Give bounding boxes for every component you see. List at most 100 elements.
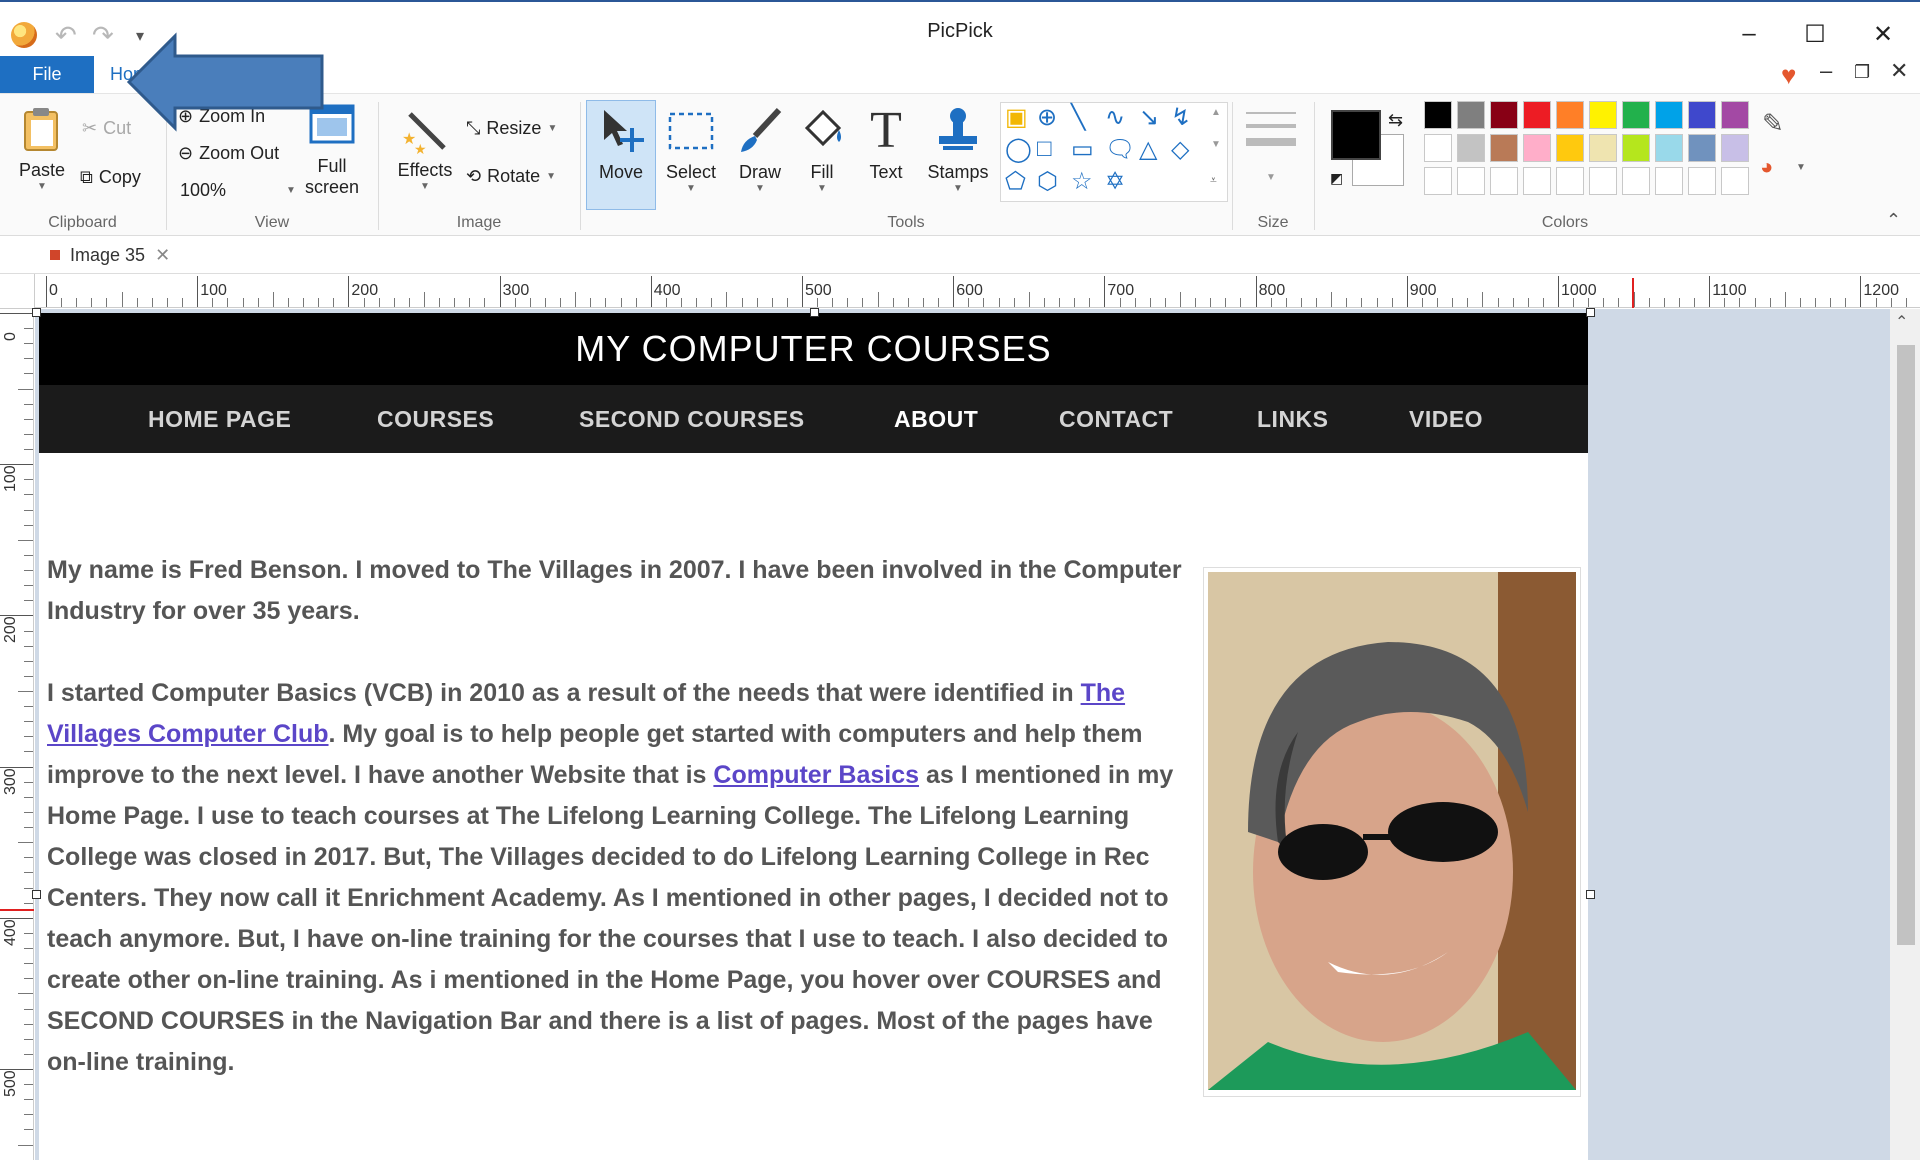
select-tool-button[interactable]: Select ▼ (660, 106, 722, 194)
triangle-shape-icon[interactable]: △ (1139, 135, 1157, 164)
paste-dropdown-icon[interactable]: ▼ (14, 181, 70, 192)
ribbon-restore-icon[interactable]: ❐ (1854, 62, 1870, 83)
resize-handle-top-center[interactable] (810, 308, 819, 317)
palette-swatch[interactable] (1688, 134, 1716, 162)
pentagon-shape-icon[interactable]: ⬠ (1005, 167, 1026, 196)
ellipse-shape-icon[interactable]: ◯ (1005, 135, 1032, 164)
hexagon-shape-icon[interactable]: ⬡ (1037, 167, 1058, 196)
elbow-arrow-shape-icon[interactable]: ↯ (1171, 103, 1191, 132)
color-wheel-icon[interactable]: ◕ (1760, 154, 1773, 180)
palette-swatch[interactable] (1589, 134, 1617, 162)
resize-handle-middle-right[interactable] (1586, 890, 1595, 899)
shapes-scroll-down-icon[interactable]: ▼ (1211, 139, 1221, 150)
palette-swatch-empty[interactable] (1589, 167, 1617, 195)
ruler-major-tick (348, 276, 350, 307)
stamps-label: Stamps (927, 162, 989, 182)
rotate-button[interactable]: ⟲ Rotate ▼ (466, 166, 556, 187)
palette-swatch-empty[interactable] (1556, 167, 1584, 195)
reset-colors-icon[interactable]: ◩ (1330, 170, 1343, 187)
palette-swatch[interactable] (1622, 101, 1650, 129)
rectangle-select-shape-icon[interactable]: ▣ (1005, 103, 1028, 132)
fill-tool-button[interactable]: Fill ▼ (794, 106, 850, 194)
line-shape-icon[interactable]: ╲ (1071, 103, 1085, 132)
ruler-minor-tick (1724, 298, 1726, 307)
draw-tool-button[interactable]: Draw ▼ (730, 106, 790, 194)
color-wheel-dropdown-icon[interactable]: ▼ (1796, 162, 1806, 173)
palette-swatch[interactable] (1490, 101, 1518, 129)
file-menu-tab[interactable]: File (0, 56, 94, 93)
palette-swatch[interactable] (1523, 101, 1551, 129)
primary-color-swatch[interactable] (1331, 110, 1381, 160)
palette-swatch[interactable] (1457, 101, 1485, 129)
speech-bubble-shape-icon[interactable]: 🗨 (1105, 135, 1135, 164)
palette-swatch[interactable] (1556, 134, 1584, 162)
palette-swatch-empty[interactable] (1424, 167, 1452, 195)
palette-swatch-empty[interactable] (1655, 167, 1683, 195)
ruler-minor-tick (998, 298, 1000, 307)
palette-swatch[interactable] (1655, 101, 1683, 129)
heart-icon[interactable]: ♥ (1781, 60, 1796, 91)
resize-button[interactable]: ⤡ Resize ▼ (466, 118, 557, 139)
palette-swatch[interactable] (1490, 134, 1518, 162)
ruler-minor-tick (454, 298, 456, 307)
palette-swatch[interactable] (1622, 134, 1650, 162)
text-tool-button[interactable]: T Text (858, 105, 914, 183)
palette-swatch[interactable] (1424, 101, 1452, 129)
shapes-expand-icon[interactable]: ⩡ (1210, 173, 1217, 188)
shapes-scroll-up-icon[interactable]: ▲ (1211, 107, 1221, 118)
effects-button[interactable]: ★ ★ Effects ▼ (392, 104, 458, 192)
ribbon-minimize-icon[interactable]: – (1820, 58, 1832, 84)
document-tab[interactable]: Image 35 ✕ (40, 236, 180, 274)
palette-swatch-empty[interactable] (1523, 167, 1551, 195)
resize-handle-top-left[interactable] (32, 308, 41, 317)
scroll-up-icon[interactable]: ⌃ (1895, 312, 1908, 332)
ruler-minor-tick (877, 292, 879, 307)
minimize-button[interactable]: – (1724, 14, 1774, 54)
curve-shape-icon[interactable]: ∿ (1105, 103, 1125, 132)
palette-swatch[interactable] (1523, 134, 1551, 162)
palette-swatch-empty[interactable] (1688, 167, 1716, 195)
palette-swatch[interactable] (1589, 101, 1617, 129)
star-shape-icon[interactable]: ☆ (1071, 167, 1093, 196)
cut-button[interactable]: ✂ Cut (82, 118, 131, 139)
maximize-button[interactable]: ☐ (1790, 14, 1840, 54)
ruler-minor-tick (938, 298, 940, 307)
palette-swatch[interactable] (1721, 101, 1749, 129)
arrow-shape-icon[interactable]: ↘ (1139, 103, 1159, 132)
diamond-shape-icon[interactable]: ◇ (1171, 135, 1189, 164)
resize-handle-top-right[interactable] (1586, 308, 1595, 317)
eyedropper-icon[interactable]: ✎ (1762, 108, 1784, 139)
ribbon-close-icon[interactable]: ✕ (1890, 58, 1908, 84)
six-point-star-shape-icon[interactable]: ✡ (1105, 167, 1125, 196)
palette-swatch[interactable] (1457, 134, 1485, 162)
palette-swatch[interactable] (1688, 101, 1716, 129)
move-tool-button[interactable]: Move (590, 106, 652, 183)
ruler-label: 300 (2, 767, 19, 795)
square-shape-icon[interactable]: □ (1037, 135, 1052, 163)
palette-swatch-empty[interactable] (1457, 167, 1485, 195)
close-tab-icon[interactable]: ✕ (155, 245, 170, 266)
palette-swatch[interactable] (1655, 134, 1683, 162)
collapse-ribbon-icon[interactable]: ⌃ (1886, 210, 1901, 231)
stamps-tool-button[interactable]: Stamps ▼ (920, 106, 996, 194)
copy-button[interactable]: ⧉ Copy (80, 167, 141, 188)
scrollbar-thumb[interactable] (1897, 345, 1915, 945)
resize-icon: ⤡ (466, 118, 481, 138)
line-size-selector[interactable]: ▼ (1246, 112, 1296, 183)
zoom-out-button[interactable]: ⊖ Zoom Out (178, 143, 279, 164)
circle-plus-shape-icon[interactable]: ⊕ (1037, 103, 1057, 132)
swap-colors-icon[interactable]: ⇆ (1388, 110, 1403, 131)
palette-swatch[interactable] (1721, 134, 1749, 162)
rounded-rect-shape-icon[interactable]: ▭ (1071, 135, 1094, 164)
zoom-level-select[interactable]: 100% ▼ (180, 180, 296, 201)
close-button[interactable]: ✕ (1858, 14, 1908, 54)
resize-handle-middle-left[interactable] (32, 890, 41, 899)
palette-swatch-empty[interactable] (1721, 167, 1749, 195)
paste-button[interactable]: Paste ▼ (14, 104, 70, 192)
palette-swatch[interactable] (1556, 101, 1584, 129)
ruler-minor-tick (1316, 298, 1318, 307)
palette-swatch-empty[interactable] (1622, 167, 1650, 195)
palette-swatch-empty[interactable] (1490, 167, 1518, 195)
palette-swatch[interactable] (1424, 134, 1452, 162)
shapes-gallery[interactable]: ▣ ⊕ ╲ ∿ ↘ ↯ ◯ □ ▭ 🗨 △ ◇ ⬠ ⬡ ☆ ✡ ▲ ▼ ⩡ (1000, 102, 1228, 202)
